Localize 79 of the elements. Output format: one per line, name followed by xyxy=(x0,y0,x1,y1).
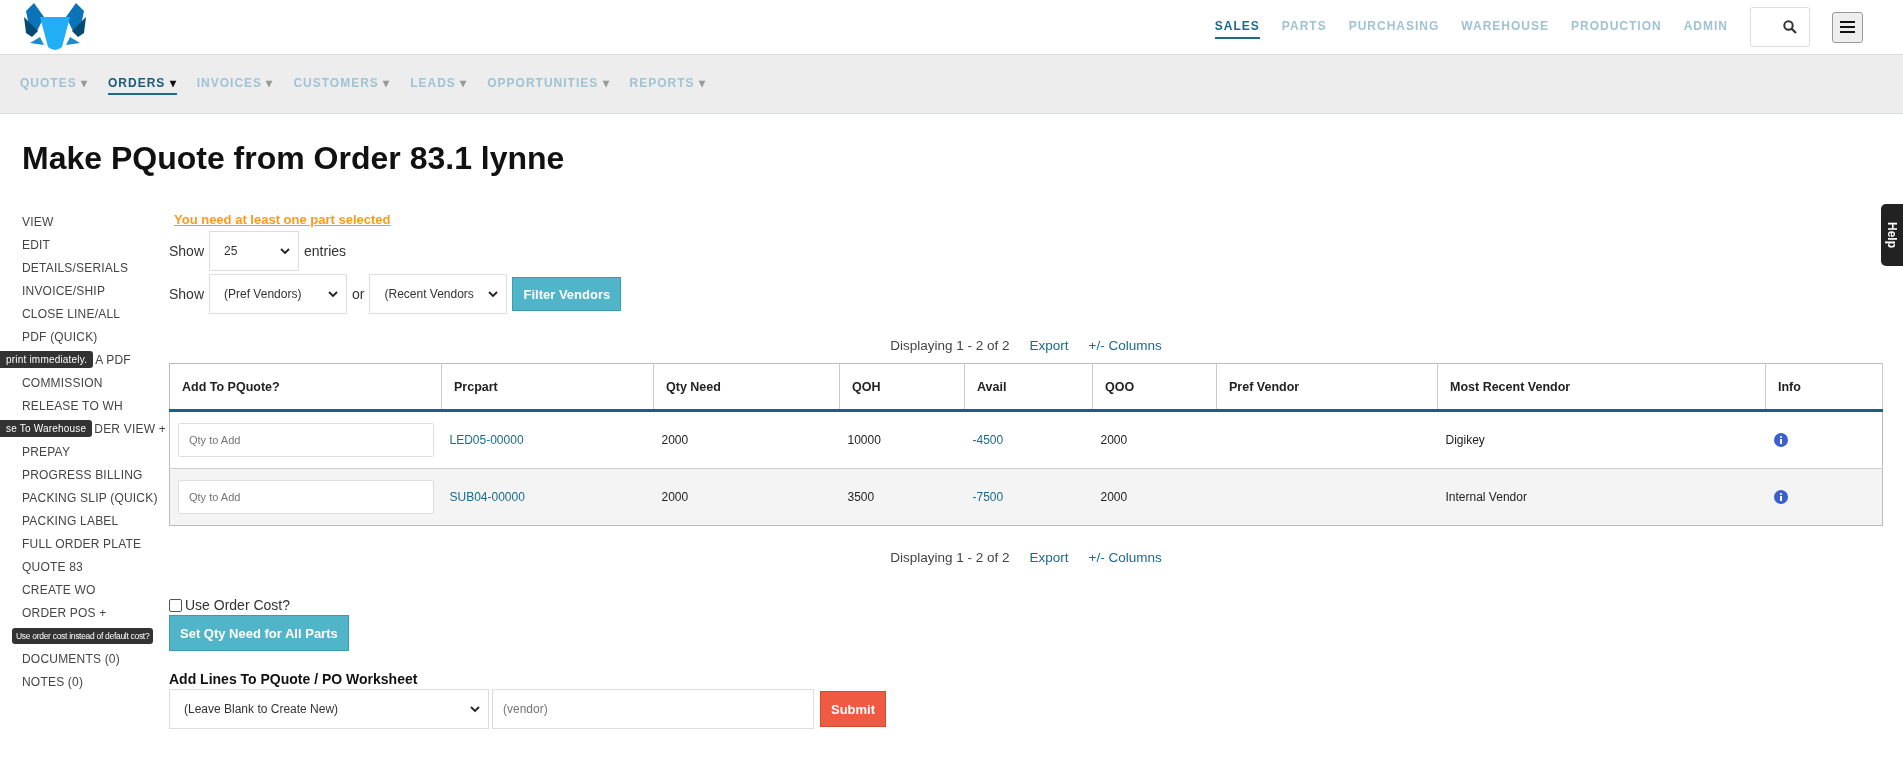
sidebar-link[interactable]: FULL ORDER PLATE xyxy=(22,536,142,551)
sidebar-link[interactable]: INVOICE/SHIP xyxy=(22,283,106,298)
part-link[interactable]: LED05-00000 xyxy=(449,433,524,447)
checkbox-label: Use Order Cost? xyxy=(185,597,291,613)
sidebar-link[interactable]: COMMISSION xyxy=(22,375,103,390)
sidebar-link[interactable]: PROGRESS BILLING xyxy=(22,467,143,482)
column-header: Prcpart xyxy=(454,379,498,394)
table-cell: 2000 xyxy=(1100,433,1128,447)
recent-vendor-select[interactable]: (Recent Vendors xyxy=(369,274,508,314)
sidebar-link[interactable]: DOCUMENTS (0) xyxy=(22,651,120,666)
checkbox[interactable] xyxy=(169,598,182,612)
tooltip: print immediately. xyxy=(0,351,94,368)
sidebar-link[interactable]: PREPAY xyxy=(22,444,71,459)
pref-vendor-select[interactable]: (Pref Vendors) xyxy=(209,274,348,314)
sidebar-link[interactable]: CLOSE LINE/ALL xyxy=(22,306,121,321)
menu-button[interactable] xyxy=(1832,11,1863,43)
avail-link[interactable]: -7500 xyxy=(972,490,1004,504)
table-cell: 2000 xyxy=(661,490,689,504)
info-icon[interactable] xyxy=(1773,490,1788,504)
or-label: or xyxy=(352,286,365,302)
page-title: Make PQuote from Order 83.1 lynne xyxy=(22,140,566,178)
search-button[interactable] xyxy=(1750,7,1810,47)
sidebar-link[interactable]: A PDF xyxy=(95,352,131,367)
column-header: QOO xyxy=(1105,379,1135,394)
table-cell: 3500 xyxy=(847,490,875,504)
column-header: Avail xyxy=(977,379,1007,394)
menu-icon xyxy=(1840,21,1855,33)
column-header: Most Recent Vendor xyxy=(1450,379,1571,394)
logo-icon[interactable] xyxy=(22,3,88,51)
vendor-input[interactable]: (vendor) xyxy=(492,689,814,729)
table-cell: 2000 xyxy=(661,433,689,447)
chevron-icon xyxy=(488,290,499,298)
subnav-tab[interactable]: ORDERS ▾ xyxy=(108,73,177,95)
sidebar-link[interactable]: VIEW xyxy=(22,214,54,229)
avail-link[interactable]: -4500 xyxy=(972,433,1004,447)
worksheet-select[interactable]: (Leave Blank to Create New) xyxy=(169,689,489,729)
section-heading: Add Lines To PQuote / PO Worksheet xyxy=(169,671,418,687)
info-icon[interactable] xyxy=(1773,433,1788,447)
sidebar-link[interactable]: QUOTE 83 xyxy=(22,559,83,574)
export-link[interactable]: Export xyxy=(1029,338,1069,353)
sidebar-link[interactable]: NOTES (0) xyxy=(22,674,84,689)
show-label: Show xyxy=(169,286,205,302)
qty-input[interactable]: Qty to Add xyxy=(178,423,434,457)
table-cell: Digikey xyxy=(1445,433,1485,447)
sidebar-link[interactable]: EDIT xyxy=(22,237,51,252)
entries-select[interactable]: 25 xyxy=(209,231,300,271)
columns-link[interactable]: +/- Columns xyxy=(1088,550,1162,565)
sidebar-link[interactable]: CREATE WO xyxy=(22,582,96,597)
chevron-icon xyxy=(328,290,339,298)
sidebar-link[interactable]: DER VIEW + xyxy=(94,421,166,436)
help-tab[interactable]: Help xyxy=(1881,204,1903,266)
qty-input[interactable]: Qty to Add xyxy=(178,480,434,514)
displaying-count: Displaying 1 - 2 of 2 xyxy=(890,550,1010,565)
show-label: Show xyxy=(169,243,205,259)
table-cell: 2000 xyxy=(1100,490,1128,504)
chevron-icon xyxy=(280,247,291,255)
search-icon xyxy=(1783,20,1797,34)
table-cell: Internal Vendor xyxy=(1445,490,1527,504)
column-header: Add To PQuote? xyxy=(182,379,280,394)
sidebar-link[interactable]: PACKING SLIP (QUICK) xyxy=(22,490,158,505)
tooltip: se To Warehouse xyxy=(0,420,93,437)
column-header: QOH xyxy=(852,379,881,394)
sidebar-link[interactable]: PDF (QUICK) xyxy=(22,329,98,344)
table-cell: 10000 xyxy=(847,433,881,447)
column-header: Qty Need xyxy=(666,379,721,394)
nav-tab[interactable]: SALES xyxy=(1214,15,1260,39)
export-link[interactable]: Export xyxy=(1029,550,1069,565)
displaying-count: Displaying 1 - 2 of 2 xyxy=(890,338,1010,353)
sidebar-link[interactable]: DETAILS/SERIALS xyxy=(22,260,129,275)
sidebar-link[interactable]: ORDER POS + xyxy=(22,605,107,620)
sidebar-link[interactable]: RELEASE TO WH xyxy=(22,398,123,413)
chevron-icon xyxy=(470,705,480,713)
tooltip: Use order cost instead of default cost? xyxy=(12,627,154,644)
columns-link[interactable]: +/- Columns xyxy=(1088,338,1162,353)
sidebar-link[interactable]: PACKING LABEL xyxy=(22,513,119,528)
column-header: Pref Vendor xyxy=(1229,379,1300,394)
column-header: Info xyxy=(1778,379,1801,394)
entries-label: entries xyxy=(304,243,347,259)
part-link[interactable]: SUB04-00000 xyxy=(449,490,525,504)
